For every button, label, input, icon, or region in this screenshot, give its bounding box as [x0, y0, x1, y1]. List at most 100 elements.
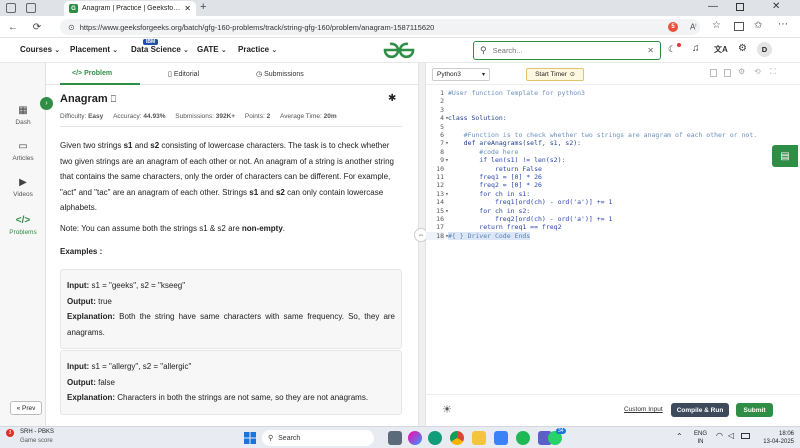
- accuracy-value: 44.93%: [143, 113, 166, 120]
- weather-badge: 3: [6, 429, 14, 437]
- windows-start-icon[interactable]: [243, 431, 257, 445]
- store-icon[interactable]: [494, 431, 508, 445]
- copy-icon[interactable]: [710, 69, 717, 77]
- tab-editorial[interactable]: ▯ Editorial: [168, 70, 199, 78]
- close-window-button[interactable]: ✕: [772, 1, 780, 12]
- theme-toggle-icon[interactable]: ☾: [668, 44, 676, 55]
- line-number: 17: [436, 223, 444, 232]
- theme-dot: [677, 43, 681, 47]
- problem-note: Note: You can assume both the strings s1…: [60, 224, 286, 233]
- code-line: return False: [448, 164, 542, 173]
- favorite-star-icon[interactable]: ☆: [712, 20, 721, 31]
- favorites-icon[interactable]: ✩: [754, 20, 762, 31]
- code-line: for ch in s1:: [448, 189, 531, 198]
- taskbar-search[interactable]: ⚲ Search: [262, 430, 374, 446]
- nav-data-science[interactable]: Data Science ⌄: [131, 45, 189, 54]
- example-input: Input: s1 = "geeks", s2 = "kseeg": [67, 281, 186, 290]
- chat-float-button[interactable]: ▤: [772, 145, 798, 167]
- search-clear-icon[interactable]: ✕: [647, 46, 654, 55]
- weather-title: SRH - PBKS: [20, 429, 55, 435]
- translate-icon[interactable]: 文A: [714, 44, 728, 55]
- tab-close-icon[interactable]: ✕: [184, 4, 191, 13]
- code-area[interactable]: 1 #User function Template for python3 2 3 4 ▾…: [426, 85, 800, 385]
- nav-gate[interactable]: GATE ⌄: [197, 45, 227, 54]
- more-menu-icon[interactable]: ⋯: [778, 19, 788, 30]
- prev-button[interactable]: « Prev: [10, 401, 42, 415]
- settings-icon[interactable]: ⚙: [738, 43, 747, 54]
- refresh-icon[interactable]: ⟳: [30, 20, 44, 34]
- extension-badge[interactable]: 5: [668, 22, 678, 32]
- format-icon[interactable]: [724, 69, 731, 77]
- site-search[interactable]: ⚲ ✕: [473, 41, 661, 60]
- url-field[interactable]: ⊙ https://www.geeksforgeeks.org/batch/gf…: [60, 19, 700, 35]
- sidebar-item-problems[interactable]: </> Problems: [0, 215, 46, 236]
- tab-actions-icon[interactable]: [26, 3, 36, 13]
- file-explorer-icon[interactable]: [472, 431, 486, 445]
- wifi-icon[interactable]: ◠: [716, 431, 723, 440]
- chrome-icon[interactable]: [450, 431, 464, 445]
- volume-icon[interactable]: ◁: [728, 431, 734, 440]
- nav-practice[interactable]: Practice ⌄: [238, 45, 277, 54]
- site-info-icon[interactable]: ⊙: [68, 23, 75, 32]
- whatsapp-badge: 34: [556, 428, 566, 434]
- line-number: 8: [440, 147, 444, 156]
- sidebar-item-videos[interactable]: ▶ Videos: [0, 177, 46, 198]
- tab-submissions[interactable]: ◷ Submissions: [256, 70, 304, 78]
- maximize-button[interactable]: [736, 3, 744, 11]
- sidebar-item-articles[interactable]: ▭ Articles: [0, 141, 46, 162]
- example-explanation: Explanation: Characters in both the stri…: [67, 393, 369, 402]
- meta-divider: [60, 126, 402, 127]
- problem-panel: </> Problem ▯ Editorial ◷ Submissions An…: [46, 63, 418, 426]
- sidebar-item-dash[interactable]: ▦ Dash: [0, 105, 46, 126]
- edge-icon[interactable]: [428, 431, 442, 445]
- tray-expand-icon[interactable]: ⌃: [676, 432, 683, 441]
- custom-input-link[interactable]: Custom Input: [624, 406, 663, 413]
- window-menu-icon[interactable]: [6, 3, 16, 13]
- spotify-icon[interactable]: [516, 431, 530, 445]
- compile-run-button[interactable]: Compile & Run: [671, 403, 729, 417]
- chevron-down-icon: ⌄: [220, 47, 227, 54]
- new-tab-button[interactable]: +: [200, 1, 206, 13]
- task-view-icon[interactable]: [388, 431, 402, 445]
- submit-button[interactable]: Submit: [736, 403, 773, 417]
- weather-widget[interactable]: 3 SRH - PBKS Game score: [6, 429, 76, 447]
- language-select[interactable]: Python3 ▾: [432, 68, 490, 81]
- gfg-logo-icon: [383, 42, 415, 59]
- search-icon: ⚲: [480, 45, 487, 55]
- code-line: #code here: [448, 147, 519, 156]
- avatar[interactable]: D: [757, 42, 772, 57]
- copilot-icon[interactable]: [408, 431, 422, 445]
- nav-courses[interactable]: Courses ⌄: [20, 45, 60, 54]
- bookmark-icon[interactable]: ⎕: [111, 94, 116, 104]
- code-line: #User function Template for python3: [448, 89, 585, 97]
- notification-bell-icon[interactable]: ♫: [692, 43, 700, 54]
- weather-sub: Game score: [20, 438, 53, 444]
- browser-tab-active[interactable]: G Anagram | Practice | GeeksforGeeks ✕: [64, 1, 196, 16]
- minimize-button[interactable]: —: [708, 1, 718, 12]
- report-bug-icon[interactable]: ✱: [388, 93, 396, 104]
- gfg-favicon-icon: G: [69, 4, 78, 13]
- chevron-down-icon: ▾: [481, 72, 485, 78]
- debug-icon[interactable]: ☀: [442, 403, 452, 416]
- split-screen-icon[interactable]: [734, 22, 744, 31]
- reset-icon[interactable]: ⟲: [754, 67, 761, 76]
- chevron-down-icon: ⌄: [271, 47, 278, 54]
- site-navbar: Courses ⌄ Placement ⌄ IBM Data Science ⌄…: [0, 38, 800, 63]
- read-aloud-icon[interactable]: Aᵢ: [690, 21, 696, 32]
- battery-icon[interactable]: [741, 433, 750, 439]
- panel-divider[interactable]: [418, 63, 426, 426]
- sidebar-collapse-button[interactable]: ›: [40, 97, 53, 110]
- start-timer-button[interactable]: Start Timer ⊙: [526, 68, 584, 81]
- fullscreen-icon[interactable]: ⛶: [770, 67, 776, 77]
- play-icon: ⊙: [569, 72, 575, 78]
- settings-icon[interactable]: ⚙: [738, 67, 745, 76]
- nav-placement[interactable]: Placement ⌄: [70, 45, 118, 54]
- gfg-logo[interactable]: [382, 41, 416, 59]
- language-indicator[interactable]: ENG IN: [694, 430, 707, 446]
- search-input[interactable]: [492, 46, 642, 55]
- active-tab-underline: [60, 83, 140, 85]
- back-icon[interactable]: ←: [6, 20, 20, 34]
- clock[interactable]: 18:06 13-04-2025: [758, 430, 794, 446]
- example-explanation: Explanation: Both the string have same c…: [67, 312, 395, 337]
- tab-problem[interactable]: </> Problem: [72, 70, 112, 77]
